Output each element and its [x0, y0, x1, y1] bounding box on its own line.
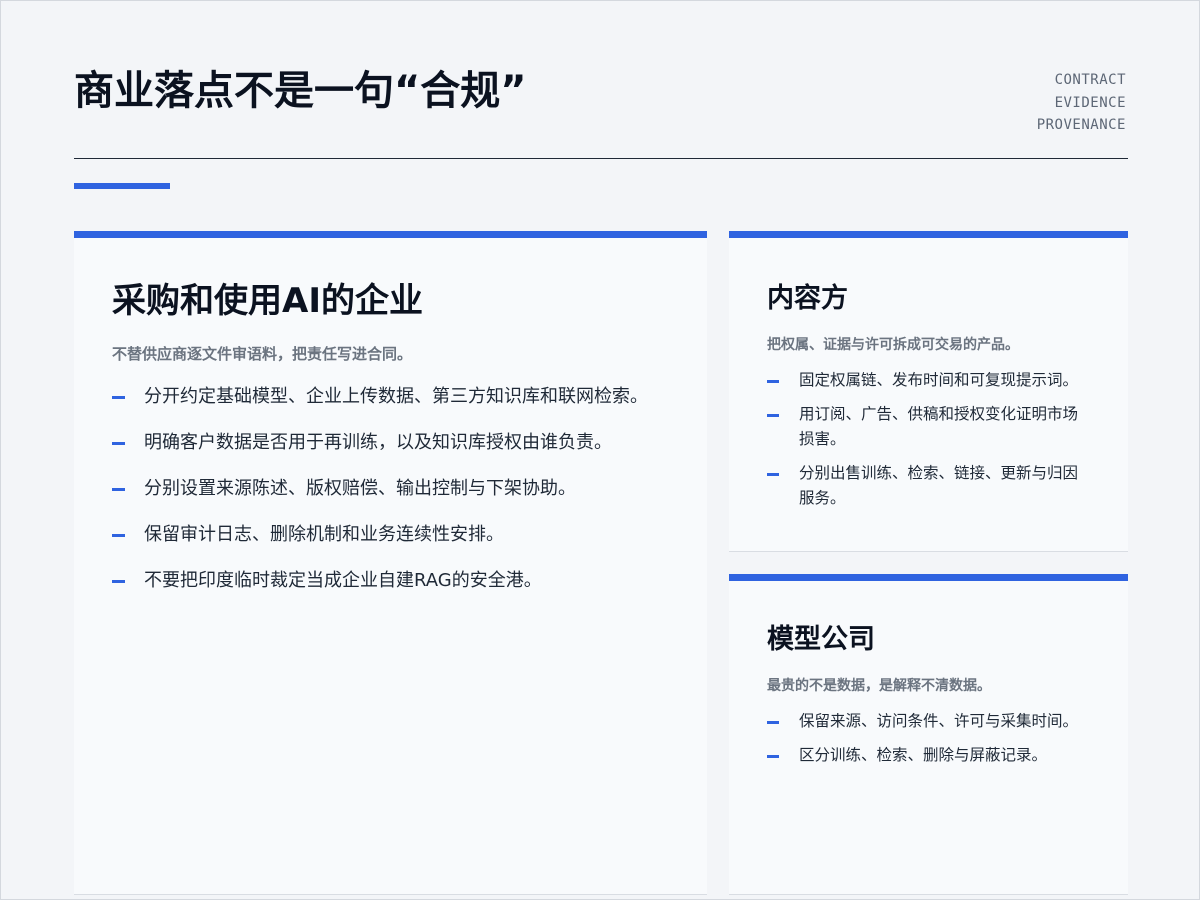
list-item: 用订阅、广告、供稿和授权变化证明市场损害。: [767, 402, 1090, 452]
list-item-text: 分别设置来源陈述、版权赔偿、输出控制与下架协助。: [144, 478, 576, 499]
dash-bullet-icon: [112, 488, 125, 491]
list-item: 明确客户数据是否用于再训练，以及知识库授权由谁负责。: [112, 428, 669, 457]
tag-evidence: EVIDENCE: [1054, 94, 1126, 111]
list-item: 区分训练、检索、删除与屏蔽记录。: [767, 743, 1090, 768]
list-item-text: 分别出售训练、检索、链接、更新与归因服务。: [799, 464, 1079, 507]
list-item-text: 固定权属链、发布时间和可复现提示词。: [799, 371, 1079, 389]
card-heading: 内容方: [767, 283, 848, 314]
dash-bullet-icon: [112, 580, 125, 583]
list-item-text: 不要把印度临时裁定当成企业自建RAG的安全港。: [144, 570, 542, 591]
card-model-company: 模型公司 最贵的不是数据，是解释不清数据。 保留来源、访问条件、许可与采集时间。…: [729, 574, 1128, 895]
dash-bullet-icon: [767, 473, 779, 476]
card-subtitle: 最贵的不是数据，是解释不清数据。: [767, 678, 991, 694]
dash-bullet-icon: [767, 721, 779, 724]
card-heading: 模型公司: [767, 624, 875, 655]
dash-bullet-icon: [767, 414, 779, 417]
card-enterprise: 采购和使用AI的企业 不替供应商逐文件审语料，把责任写进合同。 分开约定基础模型…: [74, 231, 707, 895]
card-subtitle: 不替供应商逐文件审语料，把责任写进合同。: [112, 345, 413, 363]
list-item: 分别设置来源陈述、版权赔偿、输出控制与下架协助。: [112, 474, 669, 503]
page-title: 商业落点不是一句“合规”: [74, 68, 527, 114]
tag-contract: CONTRACT: [1054, 72, 1126, 88]
list-item: 保留来源、访问条件、许可与采集时间。: [767, 709, 1090, 734]
dash-bullet-icon: [112, 534, 125, 537]
list-item-text: 分开约定基础模型、企业上传数据、第三方知识库和联网检索。: [144, 386, 648, 407]
tag-provenance: PROVENANCE: [1036, 117, 1126, 133]
list-item: 固定权属链、发布时间和可复现提示词。: [767, 368, 1090, 393]
card-subtitle: 把权属、证据与许可拆成可交易的产品。: [767, 337, 1019, 353]
header-divider: [74, 158, 1128, 159]
list-item-text: 用订阅、广告、供稿和授权变化证明市场损害。: [799, 405, 1079, 448]
dash-bullet-icon: [767, 755, 779, 758]
card-list: 分开约定基础模型、企业上传数据、第三方知识库和联网检索。 明确客户数据是否用于再…: [112, 382, 669, 595]
card-heading: 采购和使用AI的企业: [112, 281, 423, 321]
list-item-text: 保留来源、访问条件、许可与采集时间。: [799, 712, 1079, 730]
list-item-text: 明确客户数据是否用于再训练，以及知识库授权由谁负责。: [144, 432, 612, 453]
list-item: 分开约定基础模型、企业上传数据、第三方知识库和联网检索。: [112, 382, 669, 411]
dash-bullet-icon: [112, 442, 125, 445]
dash-bullet-icon: [767, 380, 779, 383]
list-item: 保留审计日志、删除机制和业务连续性安排。: [112, 520, 669, 549]
slide: 商业落点不是一句“合规” CONTRACT EVIDENCE PROVENANC…: [0, 0, 1200, 900]
keyword-tags: CONTRACT EVIDENCE PROVENANCE: [1037, 69, 1126, 137]
card-list: 固定权属链、发布时间和可复现提示词。 用订阅、广告、供稿和授权变化证明市场损害。…: [767, 368, 1090, 511]
accent-bar: [74, 183, 170, 189]
list-item: 分别出售训练、检索、链接、更新与归因服务。: [767, 461, 1090, 511]
card-list: 保留来源、访问条件、许可与采集时间。 区分训练、检索、删除与屏蔽记录。: [767, 709, 1090, 768]
list-item-text: 保留审计日志、删除机制和业务连续性安排。: [144, 524, 504, 545]
list-item-text: 区分训练、检索、删除与屏蔽记录。: [799, 746, 1048, 764]
dash-bullet-icon: [112, 396, 125, 399]
list-item: 不要把印度临时裁定当成企业自建RAG的安全港。: [112, 566, 669, 595]
card-content-owner: 内容方 把权属、证据与许可拆成可交易的产品。 固定权属链、发布时间和可复现提示词…: [729, 231, 1128, 552]
